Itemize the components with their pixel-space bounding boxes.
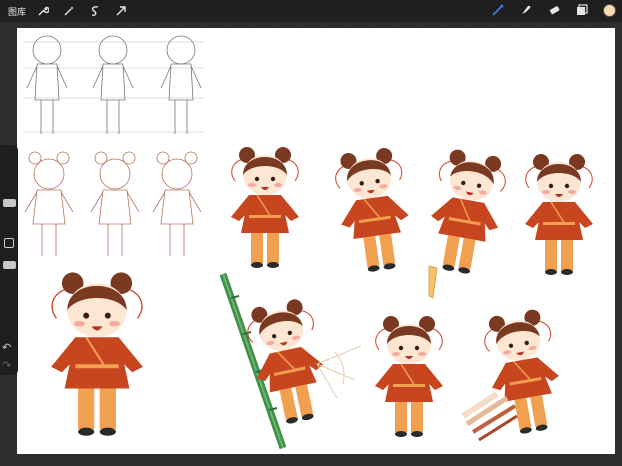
brush-icon[interactable]	[491, 3, 505, 17]
character-pose-kick	[330, 145, 417, 276]
brush-size-slider[interactable]	[3, 199, 16, 207]
selection-icon[interactable]	[88, 4, 102, 18]
smudge-icon[interactable]	[519, 3, 533, 17]
line-sketch-front	[24, 151, 74, 257]
transform-arrow-icon[interactable]	[114, 4, 128, 18]
sword-prop	[428, 265, 438, 299]
pencil-sketch-three-quarter	[92, 35, 134, 135]
drawing-canvas[interactable]	[17, 28, 615, 454]
color-swatch[interactable]	[603, 3, 616, 17]
pencil-sketch-side	[160, 35, 202, 135]
character-pose-balance	[524, 153, 594, 276]
character-pose-cheer	[230, 146, 300, 269]
line-sketch-three-quarter	[90, 151, 140, 257]
layers-icon[interactable]	[575, 3, 589, 17]
top-toolbar: 图库	[0, 0, 622, 22]
character-pose-sword	[374, 315, 444, 438]
pencil-sketch-front	[26, 35, 68, 135]
line-sketch-side	[152, 151, 202, 257]
sketch-guide-lines	[23, 41, 203, 133]
artwork	[23, 35, 594, 450]
modify-button[interactable]	[4, 238, 14, 248]
redo-icon[interactable]: ↷	[2, 359, 11, 372]
left-sidebar: ↶ ↷	[0, 145, 18, 375]
eraser-icon[interactable]	[547, 3, 561, 17]
wrench-icon[interactable]	[36, 4, 50, 18]
character-front-large	[50, 271, 144, 437]
character-pose-jump	[421, 146, 511, 279]
undo-icon[interactable]: ↶	[2, 341, 11, 354]
canvas-area[interactable]	[0, 22, 622, 466]
opacity-slider[interactable]	[3, 261, 16, 269]
gallery-button[interactable]: 图库	[8, 5, 26, 18]
web-sketch	[316, 345, 362, 399]
magic-wand-icon[interactable]	[62, 4, 76, 18]
